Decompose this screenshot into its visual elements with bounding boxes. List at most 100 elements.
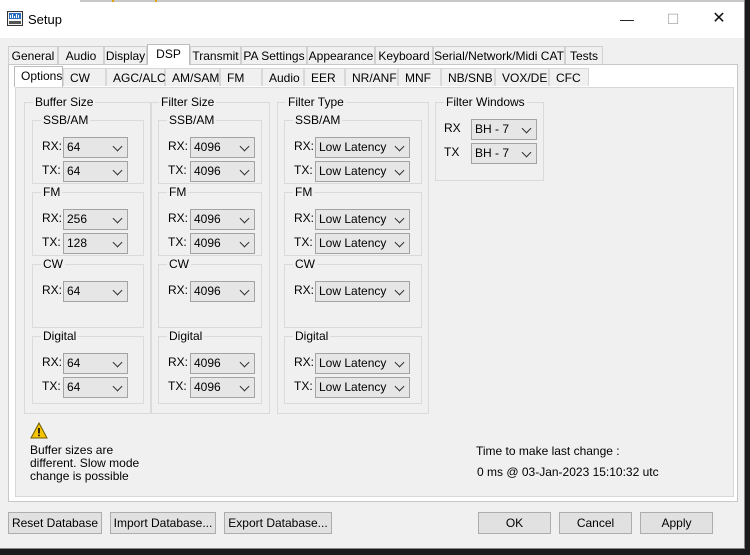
filter-window-tx-combo[interactable]: BH - 7 xyxy=(471,143,537,164)
buffer-fm-tx-combo[interactable]: 128 xyxy=(63,233,128,254)
filter-type-ssbam-group: SSB/AM RX: Low Latency TX: Low Latency xyxy=(284,114,422,184)
apply-button[interactable]: Apply xyxy=(640,512,713,534)
buffer-cw-rx-combo[interactable]: 64 xyxy=(63,281,128,302)
tab-mnf[interactable]: MNF xyxy=(398,68,441,86)
tab-eer[interactable]: EER xyxy=(304,68,345,86)
tx-label: TX: xyxy=(168,163,187,177)
group-title: Buffer Size xyxy=(33,95,96,109)
filter-type-ssbam-tx-combo[interactable]: Low Latency xyxy=(315,161,410,182)
subgroup-title: FM xyxy=(293,185,315,199)
tab-nr-anf[interactable]: NR/ANF xyxy=(345,68,398,86)
minimize-icon[interactable]: — xyxy=(604,6,650,32)
cancel-button[interactable]: Cancel xyxy=(559,512,632,534)
tab-serial-network-midi-cat[interactable]: Serial/Network/Midi CAT xyxy=(433,46,565,64)
filter-size-digital-tx-combo[interactable]: 4096 xyxy=(190,377,255,398)
tab-keyboard[interactable]: Keyboard xyxy=(375,46,433,64)
buffer-ssbam-group: SSB/AM RX: 64 TX: 64 xyxy=(32,114,144,184)
rx-label: RX: xyxy=(42,355,63,369)
filter-type-cw-rx-combo[interactable]: Low Latency xyxy=(315,281,410,302)
chevron-down-icon xyxy=(394,285,405,296)
window-title: Setup xyxy=(28,12,62,27)
close-icon[interactable]: ✕ xyxy=(696,6,742,32)
filter-size-ssbam-rx-combo[interactable]: 4096 xyxy=(190,137,255,158)
tab-appearance[interactable]: Appearance xyxy=(307,46,375,64)
tab-general[interactable]: General xyxy=(8,46,58,64)
group-title: Filter Type xyxy=(286,95,346,109)
combo-value: Low Latency xyxy=(319,380,387,394)
tx-label: TX: xyxy=(294,379,313,393)
chevron-down-icon xyxy=(394,381,405,392)
title-bar[interactable]: Setup — ☐ ✕ xyxy=(0,0,744,38)
filter-type-fm-rx-combo[interactable]: Low Latency xyxy=(315,209,410,230)
tab-nb-snb[interactable]: NB/SNB xyxy=(441,68,495,86)
tab-cw[interactable]: CW xyxy=(63,68,106,86)
rx-label: RX: xyxy=(42,139,63,153)
buffer-digital-tx-combo[interactable]: 64 xyxy=(63,377,128,398)
chevron-down-icon xyxy=(239,285,250,296)
tx-label: TX: xyxy=(168,235,187,249)
buffer-fm-group: FM RX: 256 TX: 128 xyxy=(32,186,144,256)
filter-window-rx-combo[interactable]: BH - 7 xyxy=(471,119,537,140)
chevron-down-icon xyxy=(239,213,250,224)
combo-value: 64 xyxy=(67,140,81,154)
chevron-down-icon xyxy=(112,381,123,392)
buffer-digital-rx-combo[interactable]: 64 xyxy=(63,353,128,374)
export-database-button[interactable]: Export Database... xyxy=(224,512,332,534)
buffer-ssbam-tx-combo[interactable]: 64 xyxy=(63,161,128,182)
filter-size-fm-tx-combo[interactable]: 4096 xyxy=(190,233,255,254)
combo-value: 128 xyxy=(67,236,88,250)
tab-pa-settings[interactable]: PA Settings xyxy=(241,46,307,64)
tx-label: TX: xyxy=(168,379,187,393)
tab-agc-alc[interactable]: AGC/ALC xyxy=(106,68,166,86)
combo-value: 4096 xyxy=(194,140,221,154)
strip-marker xyxy=(112,0,114,2)
chevron-down-icon xyxy=(394,237,405,248)
tab-dsp-audio[interactable]: Audio xyxy=(262,68,304,86)
reset-database-button[interactable]: Reset Database xyxy=(8,512,102,534)
import-database-button[interactable]: Import Database... xyxy=(110,512,216,534)
warning-text: Buffer sizes are different. Slow mode ch… xyxy=(30,443,140,483)
buffer-fm-rx-combo[interactable]: 256 xyxy=(63,209,128,230)
subgroup-title: SSB/AM xyxy=(41,113,91,127)
tab-transmit[interactable]: Transmit xyxy=(190,46,241,64)
filter-size-ssbam-tx-combo[interactable]: 4096 xyxy=(190,161,255,182)
chevron-down-icon xyxy=(394,213,405,224)
ok-button[interactable]: OK xyxy=(478,512,551,534)
dsp-panel: Options CW AGC/ALC AM/SAM FM Audio EER N… xyxy=(8,64,738,502)
combo-value: 64 xyxy=(67,380,81,394)
combo-value: 4096 xyxy=(194,356,221,370)
subgroup-title: Digital xyxy=(167,329,205,343)
maximize-icon[interactable]: ☐ xyxy=(650,6,696,32)
filter-size-cw-rx-combo[interactable]: 4096 xyxy=(190,281,255,302)
filter-type-ssbam-rx-combo[interactable]: Low Latency xyxy=(315,137,410,158)
filter-type-group: Filter Type SSB/AM RX: Low Latency TX: L… xyxy=(277,96,429,414)
time-value: 0 ms @ 03-Jan-2023 15:10:32 utc xyxy=(477,465,659,479)
tab-audio[interactable]: Audio xyxy=(58,46,104,64)
time-label: Time to make last change : xyxy=(476,444,620,458)
strip-marker xyxy=(155,0,157,2)
tab-dsp[interactable]: DSP xyxy=(147,44,190,65)
tab-tests[interactable]: Tests xyxy=(565,46,603,64)
group-title: Filter Windows xyxy=(444,95,527,109)
filter-size-fm-rx-combo[interactable]: 4096 xyxy=(190,209,255,230)
tab-fm[interactable]: FM xyxy=(220,68,262,86)
tab-am-sam[interactable]: AM/SAM xyxy=(165,68,220,86)
filter-size-digital-rx-combo[interactable]: 4096 xyxy=(190,353,255,374)
tab-vox-de[interactable]: VOX/DE xyxy=(495,68,549,86)
tab-display[interactable]: Display xyxy=(104,46,147,64)
chevron-down-icon xyxy=(112,285,123,296)
subgroup-title: SSB/AM xyxy=(293,113,343,127)
combo-value: Low Latency xyxy=(319,284,387,298)
filter-size-digital-group: Digital RX: 4096 TX: 4096 xyxy=(158,330,262,404)
chevron-down-icon xyxy=(239,357,250,368)
filter-type-digital-tx-combo[interactable]: Low Latency xyxy=(315,377,410,398)
buffer-digital-group: Digital RX: 64 TX: 64 xyxy=(32,330,144,404)
filter-type-fm-tx-combo[interactable]: Low Latency xyxy=(315,233,410,254)
filter-type-digital-rx-combo[interactable]: Low Latency xyxy=(315,353,410,374)
buffer-ssbam-rx-combo[interactable]: 64 xyxy=(63,137,128,158)
subgroup-title: Digital xyxy=(41,329,79,343)
setup-window: Setup — ☐ ✕ General Audio Display DSP Tr… xyxy=(0,0,745,549)
tab-options[interactable]: Options xyxy=(14,66,63,87)
tx-label: TX: xyxy=(294,235,313,249)
tab-cfc[interactable]: CFC xyxy=(549,68,589,86)
